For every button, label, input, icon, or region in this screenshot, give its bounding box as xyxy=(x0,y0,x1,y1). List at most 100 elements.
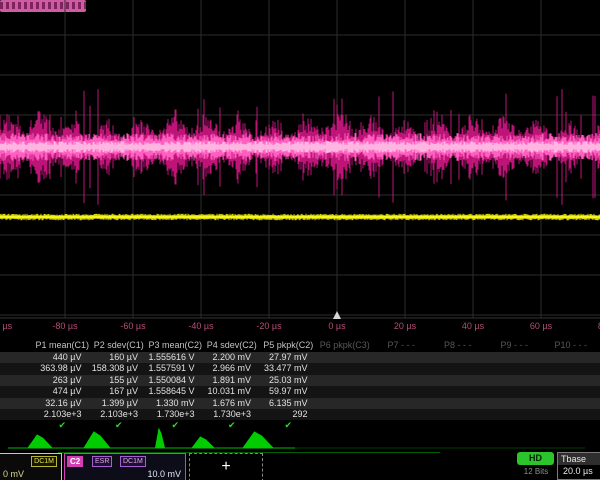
measure-value-cell xyxy=(318,375,375,386)
time-axis-label: 20 µs xyxy=(381,321,429,331)
measure-value-cell xyxy=(374,375,431,386)
measure-value-cell xyxy=(431,386,488,397)
measure-value-cell xyxy=(318,409,375,420)
c1-scale-value: 0 mV xyxy=(3,469,24,479)
measure-value-cell: 1.399 µV xyxy=(92,398,149,409)
time-axis-label: -80 µs xyxy=(41,321,89,331)
time-axis-label: 80 µs xyxy=(585,321,600,331)
measure-value-cell xyxy=(374,363,431,374)
time-axis-label: -100 µs xyxy=(0,321,21,331)
measure-value-cell: 59.97 mV xyxy=(261,386,318,397)
plus-icon: + xyxy=(221,458,230,475)
measure-value-cell: 1.550084 V xyxy=(148,375,205,386)
measure-value-cell: 1.558645 V xyxy=(148,386,205,397)
measure-value-cell: 167 µV xyxy=(92,386,149,397)
oscilloscope-screen: -100 µs-80 µs-60 µs-40 µs-20 µs0 µs20 µs… xyxy=(0,0,600,480)
measure-header-cell[interactable]: P6 pkpk(C3) xyxy=(318,339,375,352)
measure-value-cell xyxy=(374,409,431,420)
channel-c1-descriptor[interactable]: DC1M 0 mV xyxy=(0,453,62,480)
measure-value-cell: 440 µV xyxy=(35,352,92,363)
measure-value-cell: 263 µV xyxy=(35,375,92,386)
time-axis-label: 0 µs xyxy=(313,321,361,331)
measure-value-cell xyxy=(487,375,544,386)
time-axis-label: -60 µs xyxy=(109,321,157,331)
measure-value-cell xyxy=(544,409,600,420)
measure-value-cell: 158.308 µV xyxy=(92,363,149,374)
histicon-strip xyxy=(0,428,600,452)
hd-bits-label: 12 Bits xyxy=(512,467,560,476)
measure-value-cell: 2.200 mV xyxy=(205,352,262,363)
measure-value-cell xyxy=(544,375,600,386)
time-axis-label: 40 µs xyxy=(449,321,497,331)
measure-header-cell[interactable]: P3 mean(C2) xyxy=(148,339,205,352)
measure-header-cell[interactable]: P5 pkpk(C2) xyxy=(261,339,318,352)
measure-value-cell xyxy=(431,363,488,374)
measure-value-cell xyxy=(431,352,488,363)
measure-header-cell[interactable]: P1 mean(C1) xyxy=(35,339,92,352)
measure-value-cell: 1.676 mV xyxy=(205,398,262,409)
measure-value-cell: 32.16 µV xyxy=(35,398,92,409)
measure-value-cell: 1.330 mV xyxy=(148,398,205,409)
measure-value-cell: 160 µV xyxy=(92,352,149,363)
measure-value-cell: 2.103e+3 xyxy=(35,409,92,420)
measure-value-cell: 1.730e+3 xyxy=(205,409,262,420)
measure-value-cell xyxy=(318,352,375,363)
measure-value-cell xyxy=(431,375,488,386)
measure-value-cell xyxy=(318,386,375,397)
measure-value-cell xyxy=(431,409,488,420)
measure-value-cell: 2.103e+3 xyxy=(92,409,149,420)
measure-value-cell: 292 xyxy=(261,409,318,420)
c2-esr-badge: ESR xyxy=(92,456,112,467)
measure-value-cell xyxy=(318,363,375,374)
hd-mode-badge[interactable]: HD xyxy=(517,452,554,465)
measurement-histicon xyxy=(28,435,52,448)
measurement-histicon xyxy=(156,429,165,448)
measure-value-cell xyxy=(374,386,431,397)
measure-header-cell[interactable]: P8 - - - xyxy=(431,339,488,352)
measurement-table: P1 mean(C1)P2 sdev(C1)P3 mean(C2)P4 sdev… xyxy=(0,339,600,432)
measure-header-cell[interactable]: P10 - - - xyxy=(544,339,600,352)
measure-value-cell xyxy=(374,398,431,409)
measure-value-cell: 10.031 mV xyxy=(205,386,262,397)
add-trace-box[interactable]: + xyxy=(189,453,263,480)
measure-value-cell xyxy=(487,409,544,420)
c2-coupling-badge: DC1M xyxy=(120,456,146,467)
measure-value-cell: 25.03 mV xyxy=(261,375,318,386)
measure-value-cell: 27.97 mV xyxy=(261,352,318,363)
measure-header-cell[interactable]: P2 sdev(C1) xyxy=(92,339,149,352)
measure-value-cell: 155 µV xyxy=(92,375,149,386)
measure-value-cell xyxy=(487,398,544,409)
channel-c2-descriptor[interactable]: C2 ESR DC1M 10.0 mV xyxy=(64,453,186,480)
measure-value-cell: 33.477 mV xyxy=(261,363,318,374)
measure-value-cell: 1.557591 V xyxy=(148,363,205,374)
measure-value-cell xyxy=(487,386,544,397)
c2-scale-value: 10.0 mV xyxy=(147,469,181,479)
measure-value-cell xyxy=(487,363,544,374)
c2-label-badge: C2 xyxy=(67,456,83,467)
measure-value-cell: 2.966 mV xyxy=(205,363,262,374)
timebase-descriptor[interactable]: Tbase 20.0 µs xyxy=(557,452,600,480)
measure-value-cell xyxy=(374,352,431,363)
time-axis: -100 µs-80 µs-60 µs-40 µs-20 µs0 µs20 µs… xyxy=(0,321,600,334)
measure-value-cell xyxy=(544,398,600,409)
measurement-histicon xyxy=(243,432,273,448)
measure-value-cell xyxy=(431,398,488,409)
measure-value-cell: 363.98 µV xyxy=(35,363,92,374)
measurement-histicon xyxy=(192,437,214,448)
waveform-grid-area xyxy=(0,0,600,320)
measure-value-cell: 1.891 mV xyxy=(205,375,262,386)
measure-value-cell: 1.555616 V xyxy=(148,352,205,363)
time-axis-label: 60 µs xyxy=(517,321,565,331)
measure-value-cell: 6.135 mV xyxy=(261,398,318,409)
measure-value-cell xyxy=(544,363,600,374)
measure-header-cell[interactable]: P9 - - - xyxy=(487,339,544,352)
measure-value-cell: 474 µV xyxy=(35,386,92,397)
measure-header-cell[interactable]: P7 - - - xyxy=(374,339,431,352)
time-axis-label: -20 µs xyxy=(245,321,293,331)
measure-value-cell xyxy=(487,352,544,363)
measure-header-cell[interactable]: P4 sdev(C2) xyxy=(205,339,262,352)
measure-value-cell xyxy=(544,386,600,397)
measurement-histicon xyxy=(84,432,110,448)
measure-value-cell xyxy=(318,398,375,409)
timebase-value: 20.0 µs xyxy=(558,465,600,478)
